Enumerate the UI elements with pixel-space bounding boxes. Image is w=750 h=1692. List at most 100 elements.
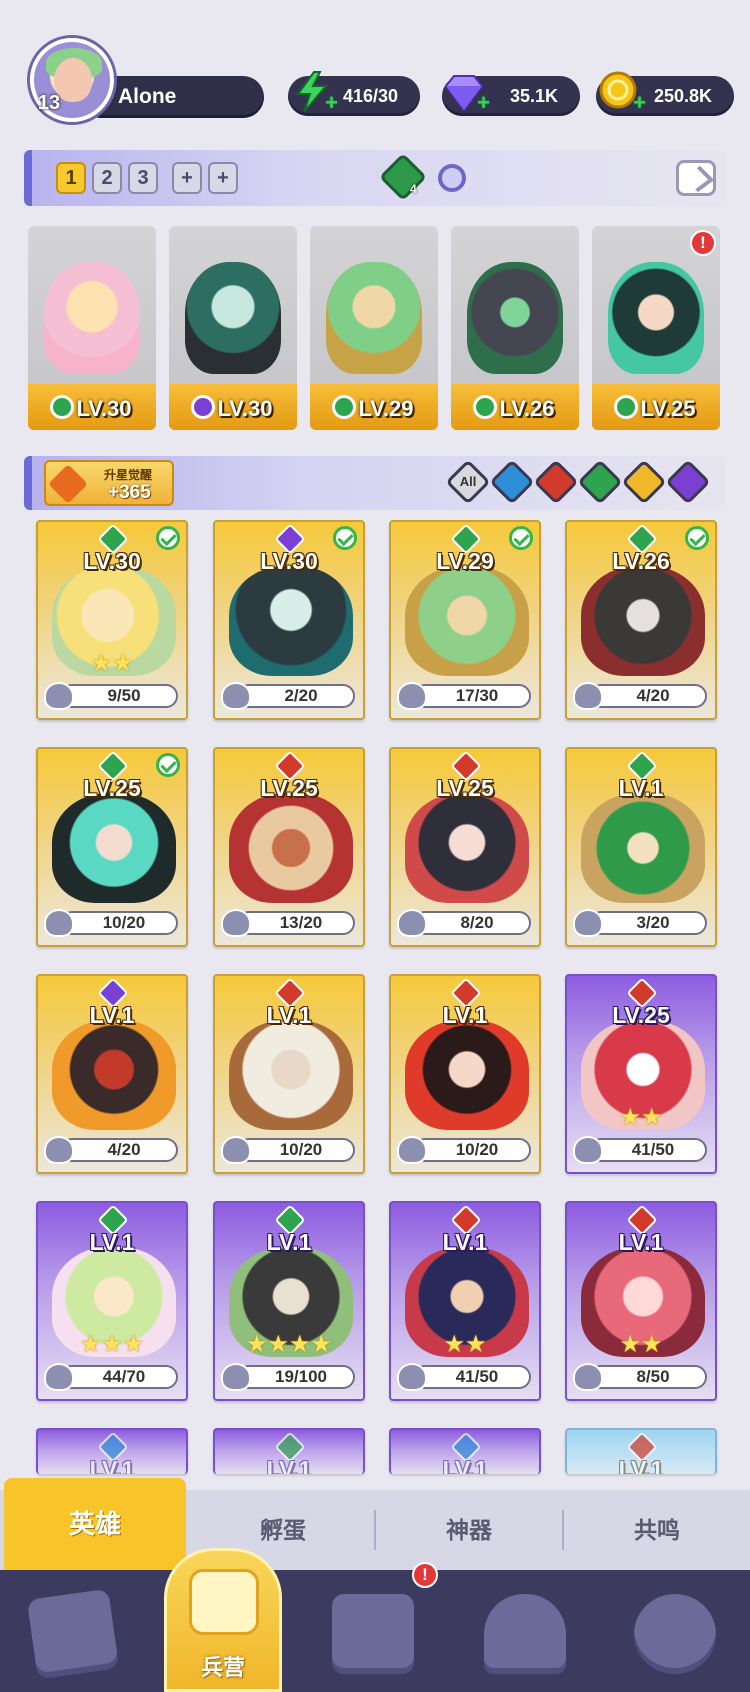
share-icon[interactable] [676, 160, 716, 196]
hero-level: LV.26 [612, 548, 670, 574]
check-icon [333, 526, 357, 550]
star-rating: ★★★★ [245, 1331, 333, 1358]
hero-level: LV.1 [442, 1456, 488, 1474]
gem-plus-icon[interactable]: + [477, 90, 490, 116]
shard-icon [573, 682, 603, 710]
hero-level: LV.25 [612, 1002, 670, 1028]
hero-level: LV.1 [266, 1002, 312, 1028]
hero-card[interactable]: LV.29 17/30 [389, 520, 541, 720]
shard-progress: 8/20 [413, 911, 531, 935]
team-tab-add-2[interactable]: + [208, 162, 238, 194]
cards-nav-icon[interactable] [26, 1588, 120, 1680]
star-rating: ★★ [443, 1331, 487, 1358]
shard-icon [221, 1363, 251, 1391]
hero-card[interactable]: LV.1 [565, 1428, 717, 1474]
team-tab-3[interactable]: 3 [128, 162, 158, 194]
barracks-icon [189, 1569, 259, 1635]
hero-card[interactable]: LV.1 ★★ 8/50 [565, 1201, 717, 1401]
hero-level: LV.25 [83, 775, 141, 801]
star-rating: ★★ [619, 1331, 663, 1358]
team-hero-slot-3[interactable]: LV.29 [310, 226, 438, 430]
hero-portrait [52, 1020, 176, 1130]
awaken-value: +365 [108, 482, 151, 503]
tab-artifact[interactable]: 神器 [376, 1490, 562, 1570]
hero-portrait [405, 1020, 529, 1130]
hero-level: LV.25 [436, 775, 494, 801]
shard-progress: 4/20 [589, 684, 707, 708]
hero-card[interactable]: LV.30 ★★ 9/50 [36, 520, 188, 720]
hero-card[interactable]: LV.25 10/20 [36, 747, 188, 947]
hero-level-band: LV.29 [310, 384, 438, 430]
team-hero-slot-4[interactable]: LV.26 [451, 226, 579, 430]
hero-card[interactable]: LV.30 2/20 [213, 520, 365, 720]
team-hero-slot-2[interactable]: LV.30 [169, 226, 297, 430]
filter-all-label: All [459, 474, 477, 489]
hero-level: LV.1 [618, 1229, 664, 1255]
barracks-label: 兵营 [200, 1655, 245, 1680]
hero-card[interactable]: LV.25 8/20 [389, 747, 541, 947]
hero-card[interactable]: LV.1 ★★★★ 19/100 [213, 1201, 365, 1401]
team-tab-add-1[interactable]: + [172, 162, 202, 194]
hero-level: LV.1 [618, 1456, 664, 1474]
coin-icon: + [598, 70, 646, 115]
hero-card[interactable]: LV.25 13/20 [213, 747, 365, 947]
shard-progress: 17/30 [413, 684, 531, 708]
shard-icon [221, 1136, 251, 1164]
hero-card[interactable]: LV.1 ★★★ 44/70 [36, 1201, 188, 1401]
team-tab-2[interactable]: 2 [92, 162, 122, 194]
hero-card[interactable]: LV.25 ★★ 41/50 [565, 974, 717, 1174]
hero-level-band: LV.26 [451, 384, 579, 430]
shard-icon [573, 909, 603, 937]
hero-level: LV.30 [217, 396, 273, 421]
hero-card[interactable]: LV.1 [36, 1428, 188, 1474]
hero-level: LV.29 [358, 396, 414, 421]
shard-icon [221, 909, 251, 937]
hero-portrait [581, 793, 705, 903]
team-hero-slot-1[interactable]: LV.30 [28, 226, 156, 430]
energy-icon: + [290, 70, 338, 115]
search-icon[interactable] [438, 164, 466, 192]
check-icon [509, 526, 533, 550]
shard-icon [44, 1136, 74, 1164]
shard-progress: 4/20 [60, 1138, 178, 1162]
hero-portrait [326, 262, 422, 374]
hero-card[interactable]: LV.1 4/20 [36, 974, 188, 1174]
mushroom-nav-icon[interactable] [634, 1594, 716, 1674]
hero-card[interactable]: LV.1 ★★ 41/50 [389, 1201, 541, 1401]
hero-card[interactable]: LV.1 3/20 [565, 747, 717, 947]
book-nav-icon[interactable] [332, 1594, 414, 1674]
hero-level: LV.25 [260, 775, 318, 801]
book-alert-badge: ! [412, 1562, 438, 1588]
hero-card[interactable]: LV.26 4/20 [565, 520, 717, 720]
shard-progress: 8/50 [589, 1365, 707, 1389]
awaken-button[interactable]: 升星觉醒 +365 [44, 460, 174, 506]
hero-card[interactable]: LV.1 [213, 1428, 365, 1474]
hero-card[interactable]: LV.1 [389, 1428, 541, 1474]
hero-level: LV.1 [266, 1229, 312, 1255]
shard-progress: 10/20 [60, 911, 178, 935]
shard-progress: 13/20 [237, 911, 355, 935]
shard-progress: 19/100 [237, 1365, 355, 1389]
star-rating: ★★ [619, 1104, 663, 1131]
shard-icon [397, 1363, 427, 1391]
hero-level: LV.29 [436, 548, 494, 574]
alert-badge: ! [690, 230, 716, 256]
hero-portrait [185, 262, 281, 374]
check-icon [685, 526, 709, 550]
tab-resonance[interactable]: 共鸣 [564, 1490, 750, 1570]
shop-nav-icon[interactable] [484, 1594, 566, 1674]
tab-heroes[interactable]: 英雄 [4, 1478, 186, 1570]
team-hero-slot-5[interactable]: LV.25 ! [592, 226, 720, 430]
hero-card[interactable]: LV.1 10/20 [389, 974, 541, 1174]
energy-plus-icon[interactable]: + [325, 90, 338, 116]
hero-level: LV.30 [260, 548, 318, 574]
team-tab-1[interactable]: 1 [56, 162, 86, 194]
shard-icon [44, 909, 74, 937]
hero-level: LV.1 [266, 1456, 312, 1474]
check-icon [156, 526, 180, 550]
coin-plus-icon[interactable]: + [633, 90, 646, 116]
hero-card[interactable]: LV.1 10/20 [213, 974, 365, 1174]
diamond-icon: + [442, 70, 490, 115]
hero-level: LV.26 [499, 396, 555, 421]
hero-level-band: LV.30 [169, 384, 297, 430]
